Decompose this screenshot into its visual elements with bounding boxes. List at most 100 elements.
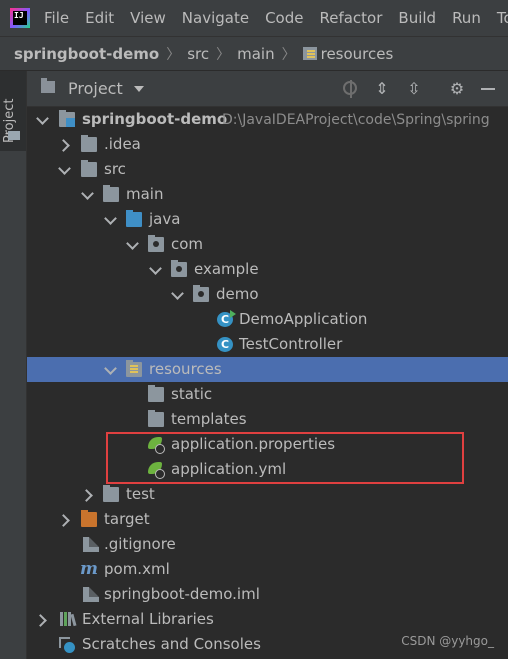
chevron-down-icon[interactable] [170,282,184,307]
chevron-down-icon[interactable] [80,182,94,207]
tree-item-label: .gitignore [104,535,176,553]
folder-icon [103,185,119,202]
text-file-icon [83,537,99,552]
tree-item-label: pom.xml [104,560,170,578]
project-tool-tab[interactable]: Project [0,71,26,151]
chevron-down-icon[interactable] [125,232,139,257]
folder-icon [148,385,164,402]
tree-item-label: templates [171,410,247,428]
chevron-down-icon[interactable] [103,357,117,382]
menu-run[interactable]: Run [452,9,481,27]
package-icon [171,260,187,277]
menu-code[interactable]: Code [265,9,303,27]
breadcrumb-project[interactable]: springboot-demo [14,45,159,63]
chevron-down-icon[interactable] [103,207,117,232]
tree-item-label: java [149,210,181,228]
chevron-right-icon[interactable] [58,507,72,532]
locate-file-icon[interactable] [341,79,361,99]
tree-item-demo[interactable]: demo [27,282,508,307]
watermark: CSDN @yyhgo_ [401,634,494,648]
chevron-down-icon[interactable] [148,257,162,282]
tree-item-test[interactable]: test [27,482,508,507]
intellij-logo-icon: IJ [10,8,30,28]
source-folder-icon [126,210,142,227]
breadcrumb-resources[interactable]: resources [321,45,394,63]
gear-icon[interactable]: ⚙ [447,79,467,99]
tree-item-label: springboot-demo.iml [104,585,260,603]
tree-item-gitignore[interactable]: .gitignore [27,532,508,557]
tree-item-target[interactable]: target [27,507,508,532]
tree-item-java[interactable]: java [27,207,508,232]
collapse-all-icon[interactable]: ⇳ [404,79,424,99]
menu-view[interactable]: View [130,9,166,27]
tree-item-external-libraries[interactable]: External Libraries [27,607,508,632]
menu-tools[interactable]: To [497,9,508,27]
menu-file[interactable]: File [44,9,69,27]
menu-bar: IJ File Edit View Navigate Code Refactor… [0,0,508,36]
tree-item-com[interactable]: com [27,232,508,257]
tree-item-resources[interactable]: resources [27,357,508,382]
tree-item-idea[interactable]: .idea [27,132,508,157]
breadcrumb-src[interactable]: src [187,45,209,63]
tree-item-label: External Libraries [82,610,214,628]
tree-item-label: main [126,185,164,203]
tree-item-src[interactable]: src [27,157,508,182]
project-path: D:\JavaIDEAProject\code\Spring\spring [222,112,490,128]
breadcrumb-separator-icon: 〉 [281,46,296,63]
tree-item-static[interactable]: static [27,382,508,407]
tree-item-label: static [171,385,213,403]
tree-item-label: Scratches and Consoles [82,635,261,653]
chevron-right-icon[interactable] [58,132,72,157]
tree-item-testcontroller[interactable]: C TestController [27,332,508,357]
project-tree: springboot-demo D:\JavaIDEAProject\code\… [27,107,508,659]
breadcrumb-separator-icon: 〉 [216,46,231,63]
panel-title[interactable]: Project [68,79,123,98]
tree-item-label: resources [149,360,222,378]
tree-item-label: example [194,260,259,278]
menu-build[interactable]: Build [398,9,436,27]
libraries-icon [59,612,75,627]
package-icon [193,285,209,302]
tree-item-pom-xml[interactable]: m pom.xml [27,557,508,582]
breadcrumb-main[interactable]: main [237,45,274,63]
breadcrumb-separator-icon: 〉 [166,46,181,63]
tree-item-label: DemoApplication [239,310,368,328]
tree-item-example[interactable]: example [27,257,508,282]
menu-edit[interactable]: Edit [85,9,114,27]
highlight-annotation-box [106,432,464,484]
folder-icon [148,410,164,427]
module-folder-icon [59,110,75,127]
tree-item-label: demo [216,285,259,303]
tree-item-demoapplication[interactable]: C DemoApplication [27,307,508,332]
module-file-icon [83,587,99,602]
chevron-right-icon[interactable] [35,607,49,632]
chevron-down-icon[interactable] [35,107,49,132]
project-panel-header: Project ⇕ ⇳ ⚙ [27,71,508,107]
tree-item-label: TestController [239,335,343,353]
tree-item-main[interactable]: main [27,182,508,207]
package-icon [148,235,164,252]
left-tool-strip: Project [0,71,27,659]
tree-item-label: target [104,510,150,528]
folder-icon [103,485,119,502]
resources-folder-icon [126,360,142,377]
tree-item-project-root[interactable]: springboot-demo D:\JavaIDEAProject\code\… [27,107,508,132]
tree-item-templates[interactable]: templates [27,407,508,432]
menu-refactor[interactable]: Refactor [319,9,382,27]
project-folder-icon [41,78,55,93]
folder-icon [81,160,97,177]
tree-item-label: springboot-demo [82,110,228,128]
minimize-icon[interactable] [478,79,498,99]
maven-icon: m [80,559,98,579]
excluded-folder-icon [81,510,97,527]
tree-item-iml[interactable]: springboot-demo.iml [27,582,508,607]
view-selector-dropdown-icon[interactable] [134,86,144,92]
tree-item-label: com [171,235,204,253]
expand-all-icon[interactable]: ⇕ [372,79,392,99]
chevron-down-icon[interactable] [57,157,71,182]
scratches-icon [59,637,75,653]
menu-navigate[interactable]: Navigate [182,9,249,27]
tree-item-label: test [126,485,155,503]
chevron-right-icon[interactable] [81,482,95,507]
tree-item-label: src [104,160,126,178]
